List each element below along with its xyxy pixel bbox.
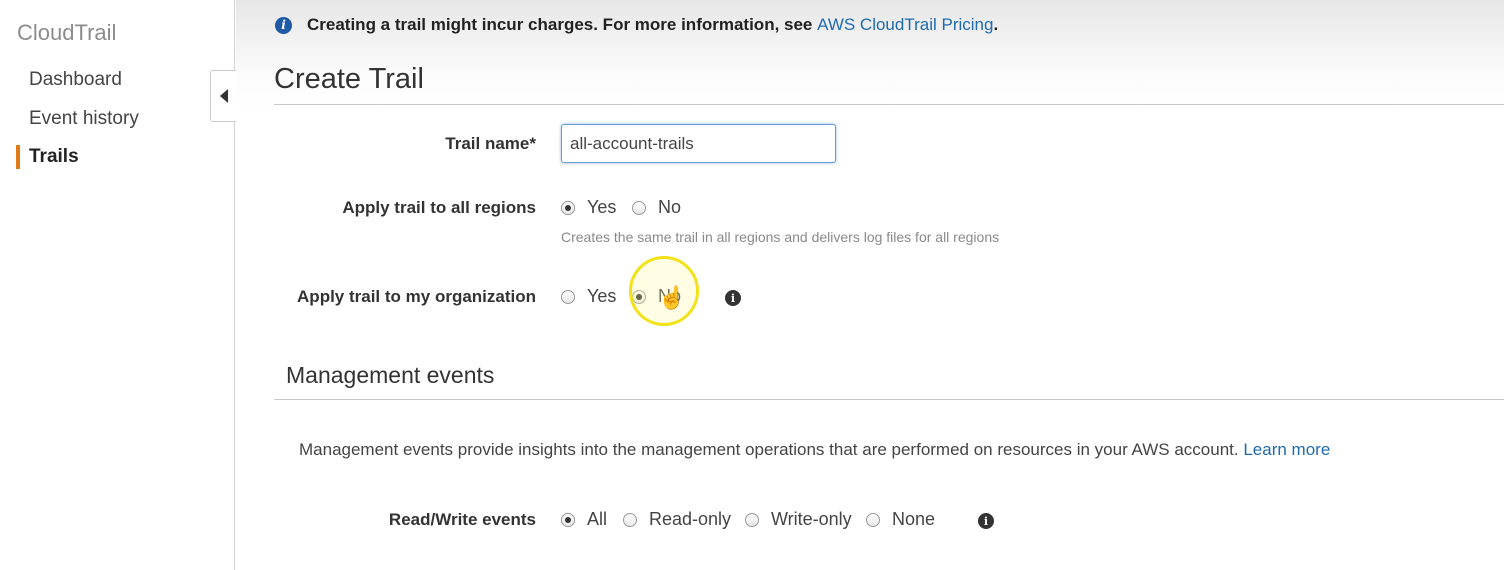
section-divider — [274, 399, 1504, 400]
page-title: Create Trail — [274, 63, 424, 95]
info-icon: i — [275, 16, 292, 34]
management-description-text: Management events provide insights into … — [299, 440, 1244, 459]
rw-write-only-option[interactable]: Write-only — [745, 509, 852, 530]
trail-name-label: Trail name* — [445, 134, 536, 153]
rw-read-only-option[interactable]: Read-only — [623, 509, 731, 530]
rw-all-option[interactable]: All — [561, 509, 607, 530]
rw-none-option[interactable]: None — [866, 509, 935, 530]
rw-write-only-radio[interactable] — [745, 512, 759, 527]
sidebar-item-trails[interactable]: Trails — [29, 146, 79, 168]
management-events-title: Management events — [286, 362, 495, 388]
all-regions-no-option[interactable]: No — [632, 197, 681, 218]
collapse-left-icon — [219, 89, 228, 103]
hand-cursor-icon: ☝ — [658, 285, 686, 310]
rw-none-radio[interactable] — [866, 512, 880, 527]
organization-yes-option[interactable]: Yes — [561, 286, 616, 307]
organization-yes-radio[interactable] — [561, 289, 575, 304]
all-regions-no-radio[interactable] — [632, 200, 646, 215]
read-write-label: Read/Write events — [388, 510, 536, 529]
sidebar-brand: CloudTrail — [17, 20, 117, 45]
radio-label: Read-only — [649, 509, 732, 529]
radio-label: Write-only — [771, 509, 852, 529]
all-regions-yes-option[interactable]: Yes — [561, 197, 616, 218]
radio-label: Yes — [587, 197, 617, 217]
banner-suffix: . — [993, 15, 999, 34]
pricing-banner: i Creating a trail might incur charges. … — [275, 15, 998, 35]
all-regions-label: Apply trail to all regions — [342, 198, 536, 217]
all-regions-yes-radio[interactable] — [561, 200, 575, 215]
sidebar: CloudTrail Dashboard Event history Trail… — [0, 0, 235, 570]
collapse-sidebar-button[interactable] — [210, 70, 236, 122]
learn-more-link[interactable]: Learn more — [1243, 440, 1330, 459]
trail-name-input[interactable] — [561, 124, 836, 163]
title-divider — [274, 104, 1504, 105]
organization-info-icon[interactable]: i — [725, 290, 741, 306]
radio-label: All — [587, 509, 608, 529]
organization-label: Apply trail to my organization — [297, 287, 536, 306]
radio-label: Yes — [587, 286, 617, 306]
pricing-link[interactable]: AWS CloudTrail Pricing — [817, 15, 993, 34]
rw-all-radio[interactable] — [561, 512, 575, 527]
sidebar-item-dashboard[interactable]: Dashboard — [29, 69, 122, 91]
rw-read-only-radio[interactable] — [623, 512, 637, 527]
management-description: Management events provide insights into … — [299, 440, 1330, 460]
all-regions-hint: Creates the same trail in all regions an… — [561, 229, 1000, 245]
active-indicator — [16, 145, 20, 169]
organization-no-radio[interactable] — [632, 289, 646, 304]
sidebar-item-event-history[interactable]: Event history — [29, 108, 139, 130]
banner-text: Creating a trail might incur charges. Fo… — [307, 15, 818, 34]
read-write-info-icon[interactable]: i — [978, 513, 994, 529]
radio-label: None — [892, 509, 936, 529]
radio-label: No — [658, 197, 682, 217]
